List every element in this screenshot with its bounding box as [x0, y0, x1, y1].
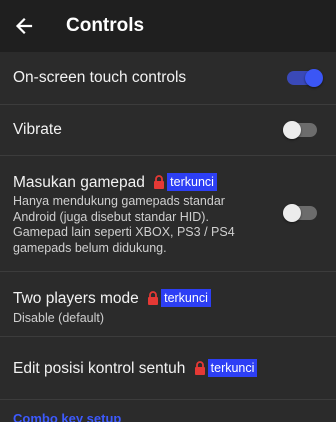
lock-icon	[194, 361, 206, 381]
setting-summary: Hanya mendukung gamepads standar Android…	[13, 194, 235, 256]
setting-two-players[interactable]: Two players mode terkunci Disable (defau…	[0, 272, 336, 336]
setting-label: On-screen touch controls	[13, 69, 187, 86]
switch-thumb	[305, 69, 323, 87]
setting-title-row: Edit posisi kontrol sentuh terkunci	[13, 359, 258, 381]
page-title: Controls	[66, 15, 145, 36]
controls-settings-screen: Controls On-screen touch controls Vibrat…	[0, 0, 336, 422]
vibrate-switch[interactable]	[283, 121, 319, 139]
locked-badge: terkunci	[161, 289, 211, 307]
gamepad-switch[interactable]	[283, 204, 319, 222]
app-bar: Controls	[0, 0, 336, 52]
setting-vibrate[interactable]: Vibrate	[0, 105, 336, 155]
arrow-left-icon	[15, 17, 33, 35]
setting-label: Two players mode	[13, 290, 139, 307]
summary-line: Gamepad lain seperti XBOX, PS3 / PS4	[13, 225, 235, 239]
summary-line: gamepads belum didukung.	[13, 240, 167, 255]
setting-label: Masukan gamepad	[13, 174, 145, 191]
summary-line: Hanya mendukung gamepads standar	[13, 194, 225, 208]
combo-key-setup-link[interactable]: Combo key setup	[13, 411, 121, 422]
switch-thumb	[283, 121, 301, 139]
setting-touch-controls[interactable]: On-screen touch controls	[0, 52, 336, 104]
setting-title-row: Masukan gamepad terkunci	[13, 173, 217, 195]
lock-icon	[147, 291, 159, 311]
back-button[interactable]	[12, 14, 36, 38]
divider	[0, 399, 336, 400]
setting-label: Vibrate	[13, 121, 62, 138]
summary-line: Android (juga disebut standar HID).	[13, 209, 209, 224]
setting-gamepad[interactable]: Masukan gamepad terkunci Hanya mendukung…	[0, 156, 336, 271]
setting-summary: Disable (default)	[13, 311, 105, 325]
lock-icon	[153, 175, 165, 195]
setting-label: Edit posisi kontrol sentuh	[13, 360, 186, 377]
touch-controls-switch[interactable]	[287, 69, 323, 87]
setting-title-row: Two players mode terkunci	[13, 289, 211, 311]
switch-thumb	[283, 204, 301, 222]
locked-badge: terkunci	[207, 359, 258, 377]
setting-edit-position[interactable]: Edit posisi kontrol sentuh terkunci	[0, 337, 336, 399]
locked-badge: terkunci	[167, 173, 217, 191]
